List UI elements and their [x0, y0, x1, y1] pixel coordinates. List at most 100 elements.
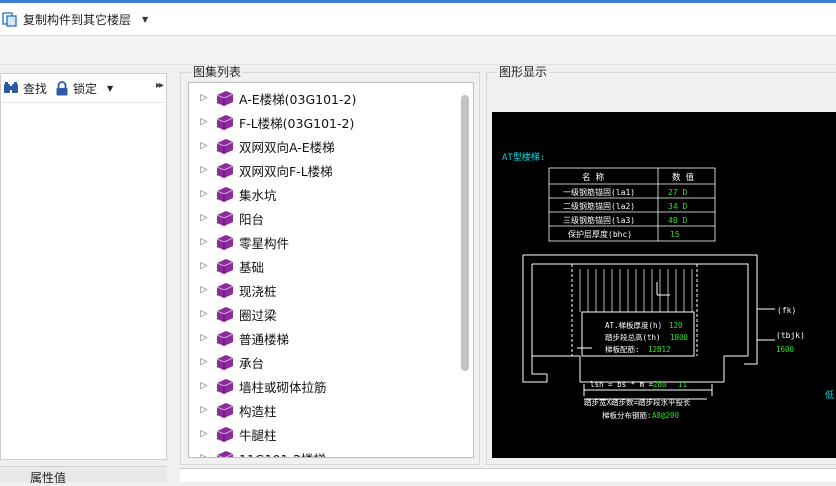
table-row-value-3: 40 D	[668, 216, 687, 225]
book-icon	[216, 403, 234, 418]
atlas-list-item[interactable]: ▷ 11G101-2楼梯	[189, 446, 455, 458]
book-icon	[216, 307, 234, 322]
table-row-name-4: 保护层厚度(bhc)	[568, 229, 632, 239]
distribution-rebar-label: 梯板分布钢筋:	[602, 410, 652, 420]
atlas-item-label: 牛腿柱	[239, 427, 277, 443]
slab-rebar-label: 梯板配筋:	[605, 344, 640, 354]
copy-floors-icon	[2, 12, 17, 27]
table-row-value-4: 15	[670, 230, 680, 239]
atlas-list[interactable]: ▷ A-E楼梯(03G101-2) ▷ F-L楼梯(03G101-2) ▷ 双网双向A-E…	[188, 82, 474, 458]
table-row-value-2: 34 D	[668, 202, 687, 211]
drawing-heading: AT型楼梯:	[502, 151, 545, 163]
tread-width-label: 踏步宽X踏步数=踏步段水平投长	[584, 397, 691, 407]
expand-arrow-icon[interactable]: ▷	[193, 309, 215, 319]
atlas-item-label: 双网双向A-E楼梯	[239, 139, 335, 155]
slab-thickness-label: AT.梯板厚度(h)	[605, 320, 662, 330]
copy-to-floors-label: 复制构件到其它楼层	[23, 12, 132, 27]
chevron-down-icon[interactable]: ▼	[142, 15, 148, 24]
atlas-list-item[interactable]: ▷ 现浇桩	[189, 278, 455, 302]
formula-text: lsn = bs * m =	[590, 380, 654, 389]
atlas-list-item[interactable]: ▷ 普通楼梯	[189, 326, 455, 350]
atlas-item-label: 零星构件	[239, 235, 290, 251]
formula-value-b: 11	[678, 380, 687, 389]
find-button[interactable]: 查找	[1, 77, 53, 99]
expand-arrow-icon[interactable]: ▷	[193, 93, 215, 103]
table-header-value: 数 值	[672, 172, 695, 183]
atlas-item-label: 承台	[239, 355, 265, 371]
expand-arrow-icon[interactable]: ▷	[193, 237, 215, 247]
book-icon	[216, 235, 234, 250]
atlas-list-item[interactable]: ▷ A-E楼梯(03G101-2)	[189, 86, 455, 110]
expand-arrow-icon[interactable]: ▷	[193, 429, 215, 439]
tbjk-label: (tbjk)	[776, 331, 805, 340]
book-icon	[216, 355, 234, 370]
find-label: 查找	[23, 81, 48, 96]
tbjk-value: 1600	[776, 345, 795, 354]
bottom-panel-strip	[180, 468, 836, 482]
expand-arrow-icon[interactable]: ▷	[193, 189, 215, 199]
atlas-list-item[interactable]: ▷ 阳台	[189, 206, 455, 230]
graphic-display-title: 图形显示	[497, 65, 550, 79]
stair-height-value: 1800	[670, 333, 689, 342]
expand-arrow-icon[interactable]: ▷	[193, 405, 215, 415]
table-header-name: 名 称	[582, 172, 605, 183]
atlas-list-item[interactable]: ▷ 承台	[189, 350, 455, 374]
book-icon	[216, 163, 234, 178]
slab-rebar-value: 12B12	[648, 345, 671, 354]
table-row-value-1: 27 D	[668, 188, 687, 197]
lock-icon	[56, 80, 68, 95]
chevron-down-icon[interactable]: ▼	[107, 84, 113, 93]
atlas-item-label: 墙柱或砌体拉筋	[239, 379, 327, 395]
toolbar: 复制构件到其它楼层 ▼	[0, 3, 836, 36]
drawing-canvas[interactable]: AT型楼梯: 名 称 数 值 一级钢筋锚固(la1) 27 D 二级钢筋锚固(l…	[492, 112, 836, 458]
expand-arrow-icon[interactable]: ▷	[193, 141, 215, 151]
component-list-panel: 查找 锁定 ▼ ▸▸	[0, 73, 167, 460]
atlas-list-item[interactable]: ▷ 双网双向A-E楼梯	[189, 134, 455, 158]
expand-arrow-icon[interactable]: ▷	[193, 285, 215, 295]
atlas-list-item[interactable]: ▷ 牛腿柱	[189, 422, 455, 446]
atlas-item-label: 构造柱	[239, 403, 277, 419]
expand-arrow-icon[interactable]: ▷	[193, 453, 215, 457]
edge-label: 低	[825, 389, 834, 401]
atlas-item-label: F-L楼梯(03G101-2)	[239, 115, 355, 131]
atlas-item-label: 普通楼梯	[239, 331, 290, 347]
atlas-list-item[interactable]: ▷ 构造柱	[189, 398, 455, 422]
atlas-list-item[interactable]: ▷ 双网双向F-L楼梯	[189, 158, 455, 182]
expand-arrow-icon[interactable]: ▷	[193, 165, 215, 175]
atlas-item-label: A-E楼梯(03G101-2)	[239, 91, 357, 107]
properties-tab[interactable]: 属性值	[0, 466, 167, 485]
expand-arrow-icon[interactable]: ▷	[193, 357, 215, 367]
book-icon	[216, 331, 234, 346]
book-icon	[216, 451, 234, 457]
table-row-name-3: 三级钢筋锚固(la3)	[563, 215, 635, 225]
atlas-item-label: 基础	[239, 259, 265, 275]
atlas-list-scrollbar[interactable]	[461, 95, 469, 371]
expand-arrow-icon[interactable]: ▷	[193, 213, 215, 223]
properties-tab-label: 属性值	[30, 471, 67, 485]
expand-arrow-icon[interactable]: ▷	[193, 261, 215, 271]
atlas-list-item[interactable]: ▷ F-L楼梯(03G101-2)	[189, 110, 455, 134]
atlas-item-label: 11G101-2楼梯	[239, 449, 326, 458]
expand-more-icon[interactable]: ▸▸	[156, 80, 164, 91]
copy-to-floors-button[interactable]: 复制构件到其它楼层 ▼	[0, 8, 148, 30]
lock-button[interactable]: 锁定 ▼	[53, 77, 119, 99]
atlas-list-item[interactable]: ▷ 集水坑	[189, 182, 455, 206]
formula-value-a: 280	[653, 380, 667, 389]
atlas-list-item[interactable]: ▷ 圈过梁	[189, 302, 455, 326]
book-icon	[216, 139, 234, 154]
atlas-list-item[interactable]: ▷ 零星构件	[189, 230, 455, 254]
book-icon	[216, 91, 234, 106]
expand-arrow-icon[interactable]: ▷	[193, 117, 215, 127]
book-icon	[216, 259, 234, 274]
book-icon	[216, 283, 234, 298]
atlas-item-label: 圈过梁	[239, 307, 277, 323]
expand-arrow-icon[interactable]: ▷	[193, 381, 215, 391]
atlas-list-item[interactable]: ▷ 墙柱或砌体拉筋	[189, 374, 455, 398]
book-icon	[216, 379, 234, 394]
lock-label: 锁定	[73, 81, 98, 96]
table-row-name-2: 二级钢筋锚固(la2)	[563, 201, 635, 211]
atlas-list-item[interactable]: ▷ 基础	[189, 254, 455, 278]
fk-label: (fk)	[777, 306, 796, 315]
expand-arrow-icon[interactable]: ▷	[193, 333, 215, 343]
component-panel-header: 查找 锁定 ▼ ▸▸	[1, 74, 166, 103]
